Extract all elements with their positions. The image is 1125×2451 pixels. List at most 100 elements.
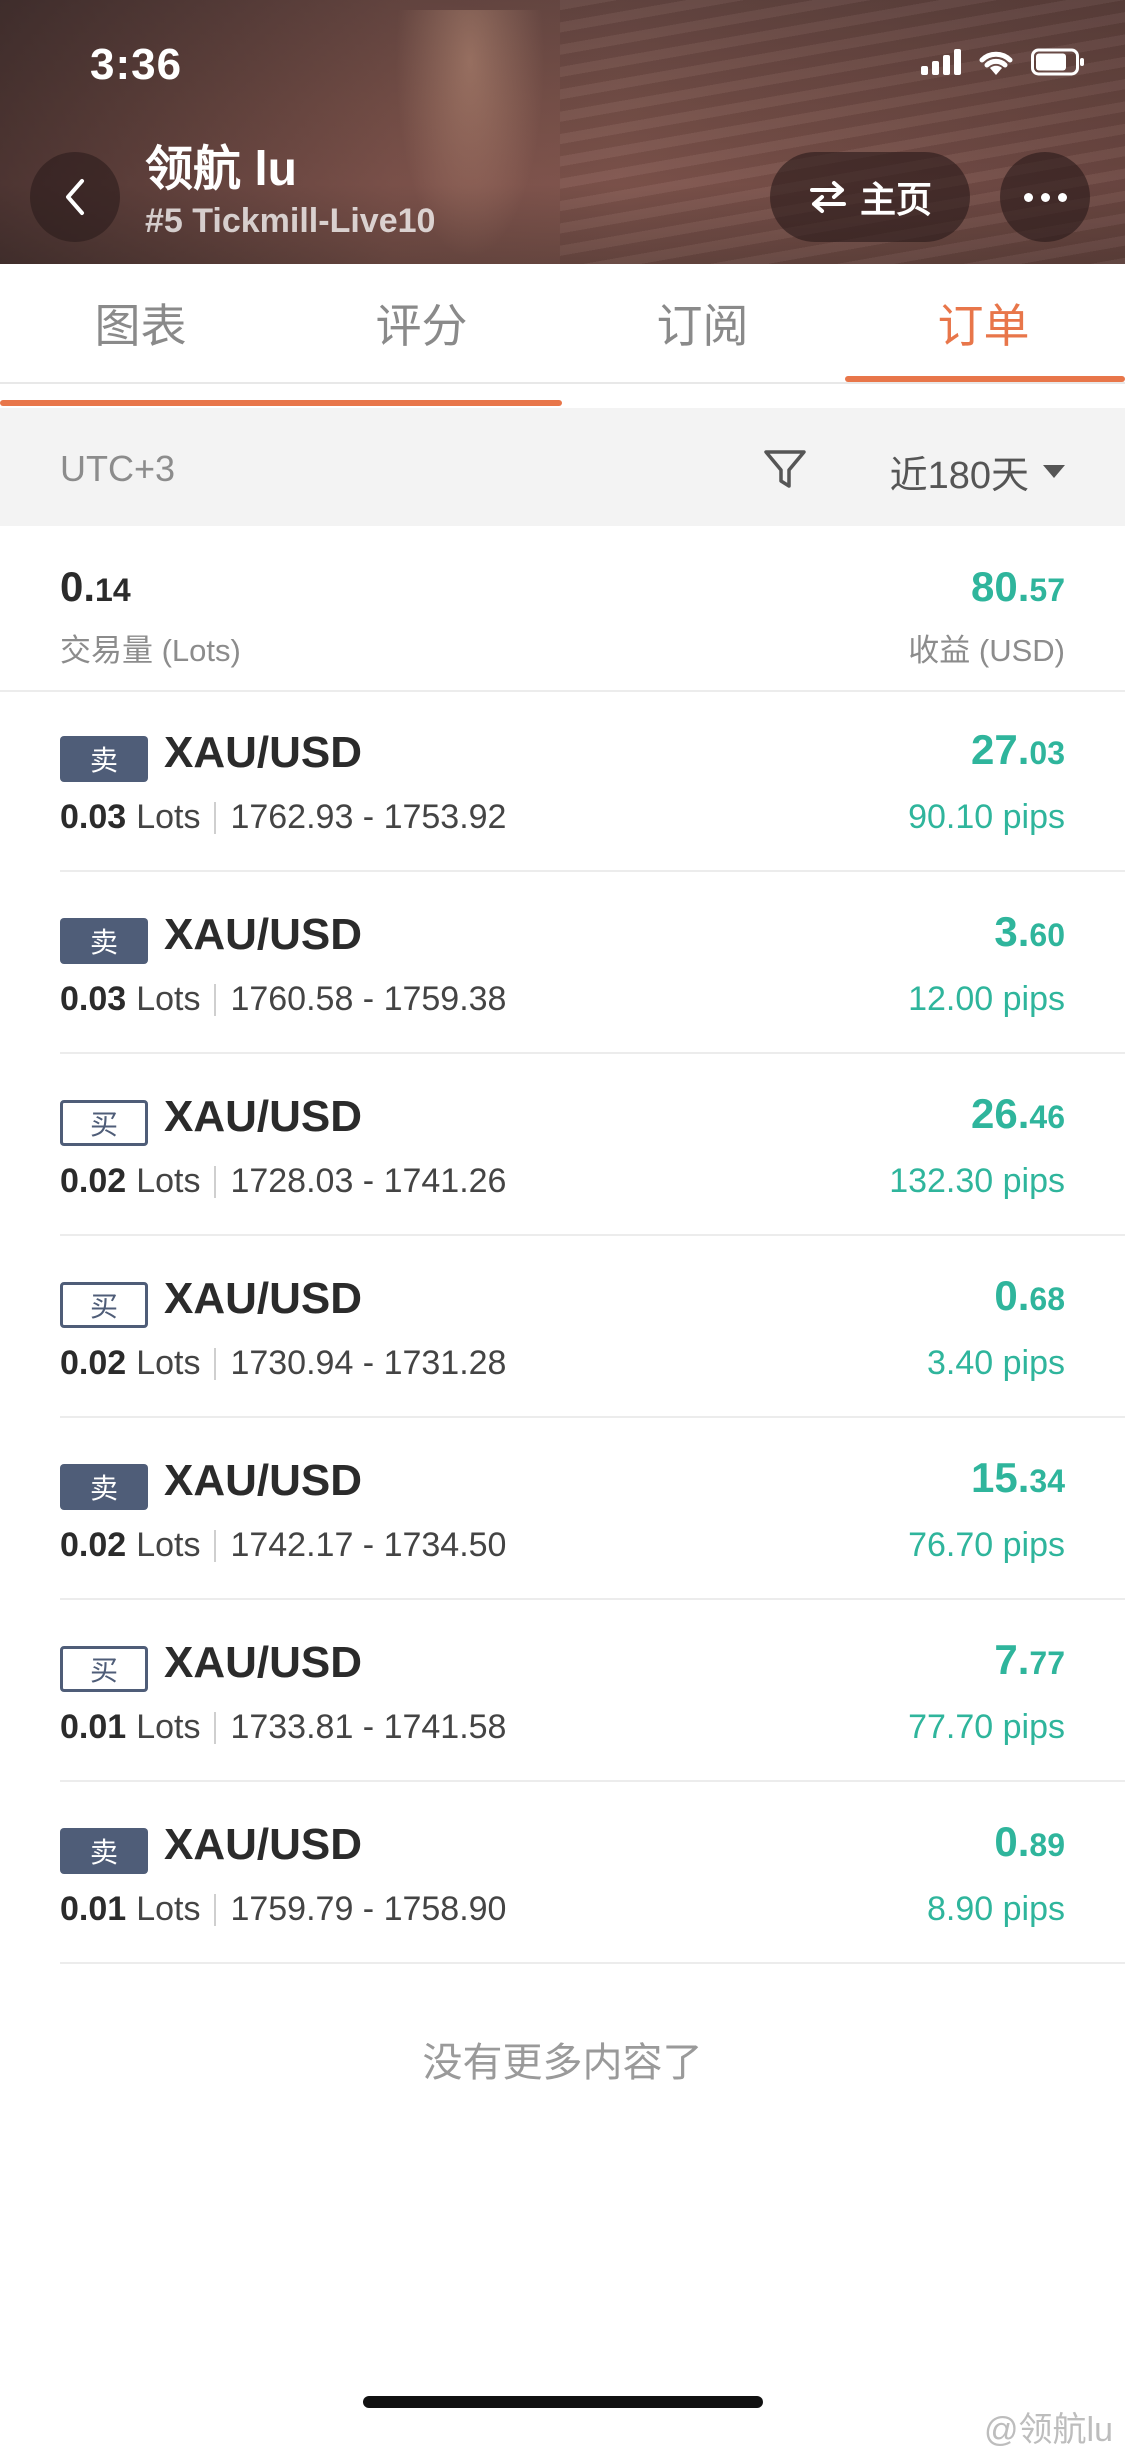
- profit-value: 80.57: [971, 563, 1065, 610]
- swap-icon: [809, 181, 846, 213]
- order-row[interactable]: 买 XAU/USD 0.02 Lots 1730.94 - 1731.28 0.68 3.4…: [60, 1236, 1125, 1418]
- status-icons: [921, 48, 1085, 76]
- order-lots: 0.01: [60, 1890, 127, 1928]
- order-lots-unit: Lots: [136, 1890, 201, 1928]
- filter-icon[interactable]: [762, 446, 808, 497]
- order-lots-unit: Lots: [136, 1526, 201, 1564]
- order-row[interactable]: 卖 XAU/USD 0.02 Lots 1742.17 - 1734.50 15.34 76…: [60, 1418, 1125, 1600]
- status-time: 3:36: [90, 40, 183, 89]
- no-more-content: 没有更多内容了: [422, 2041, 703, 2085]
- order-detail: 0.02 Lots 1728.03 - 1741.26: [60, 1162, 506, 1201]
- order-pips: 12.00 pips: [908, 980, 1065, 1018]
- order-detail: 0.01 Lots 1733.81 - 1741.58: [60, 1708, 506, 1747]
- orders-list: 卖 XAU/USD 0.03 Lots 1762.93 - 1753.92 27.03 90…: [0, 690, 1125, 1964]
- more-options-icon[interactable]: [1000, 152, 1090, 242]
- order-detail: 0.02 Lots 1742.17 - 1734.50: [60, 1526, 506, 1565]
- order-lots-unit: Lots: [136, 1162, 201, 1200]
- tab-scroll-indicator: [0, 400, 562, 406]
- order-pips: 8.90 pips: [927, 1890, 1065, 1928]
- date-range-select[interactable]: 近180天: [890, 444, 1065, 499]
- order-side-badge: 卖: [60, 918, 148, 964]
- order-lots: 0.01: [60, 1708, 127, 1746]
- profile-header: 3:36 领航 lu #5 Tickmill-Live10 主页: [0, 0, 1125, 264]
- order-profit: 3.60: [994, 908, 1065, 955]
- order-lots-unit: Lots: [136, 1344, 201, 1382]
- wifi-icon: [977, 48, 1015, 76]
- battery-icon: [1031, 48, 1085, 76]
- order-row[interactable]: 买 XAU/USD 0.02 Lots 1728.03 - 1741.26 26.46 13…: [60, 1054, 1125, 1236]
- tab-bar: 图表 评分 订阅 订单: [0, 264, 1125, 384]
- order-lots: 0.02: [60, 1526, 127, 1564]
- profit-label: 收益 (USD): [908, 633, 1065, 668]
- order-detail: 0.03 Lots 1760.58 - 1759.38: [60, 980, 506, 1019]
- order-lots-unit: Lots: [136, 798, 201, 836]
- timezone-label: UTC+3: [60, 448, 176, 489]
- order-detail: 0.02 Lots 1730.94 - 1731.28: [60, 1344, 506, 1383]
- order-lots: 0.02: [60, 1162, 127, 1200]
- order-profit: 27.03: [971, 726, 1065, 773]
- chevron-left-icon: [66, 179, 84, 215]
- order-side-badge: 卖: [60, 1464, 148, 1510]
- order-side-badge: 卖: [60, 736, 148, 782]
- order-row[interactable]: 卖 XAU/USD 0.03 Lots 1762.93 - 1753.92 27.03 90…: [60, 690, 1125, 872]
- home-button[interactable]: 主页: [770, 152, 970, 242]
- filter-bar: UTC+3 近180天: [0, 408, 1125, 526]
- order-profit: 0.89: [994, 1818, 1065, 1865]
- order-lots-unit: Lots: [136, 980, 201, 1018]
- order-detail: 0.03 Lots 1762.93 - 1753.92: [60, 798, 506, 837]
- order-pips: 77.70 pips: [908, 1708, 1065, 1746]
- order-profit: 26.46: [971, 1090, 1065, 1137]
- divider: [214, 1347, 217, 1380]
- order-lots: 0.03: [60, 798, 127, 836]
- order-lots: 0.02: [60, 1344, 127, 1382]
- order-lots: 0.03: [60, 980, 127, 1018]
- order-prices: 1730.94 - 1731.28: [230, 1344, 507, 1382]
- order-row[interactable]: 卖 XAU/USD 0.03 Lots 1760.58 - 1759.38 3.60 12.…: [60, 872, 1125, 1054]
- order-symbol: XAU/USD: [164, 910, 363, 959]
- order-profit: 0.68: [994, 1272, 1065, 1319]
- date-range-label: 近180天: [889, 455, 1029, 497]
- order-pips: 3.40 pips: [927, 1344, 1065, 1382]
- order-prices: 1728.03 - 1741.26: [230, 1162, 507, 1200]
- order-side-badge: 买: [60, 1100, 148, 1146]
- order-symbol: XAU/USD: [164, 1638, 363, 1687]
- caret-down-icon: [1043, 465, 1065, 478]
- trader-name: 领航 lu: [145, 143, 297, 196]
- order-side-badge: 卖: [60, 1828, 148, 1874]
- back-button[interactable]: [30, 152, 120, 242]
- volume-summary: 0.14 交易量 (Lots): [60, 562, 241, 670]
- divider: [214, 1893, 217, 1926]
- trader-title-block: 领航 lu #5 Tickmill-Live10: [145, 142, 435, 241]
- order-detail: 0.01 Lots 1759.79 - 1758.90: [60, 1890, 506, 1929]
- divider: [214, 1711, 217, 1744]
- order-symbol: XAU/USD: [164, 1820, 363, 1869]
- tab-orders[interactable]: 订单: [843, 264, 1124, 382]
- order-pips: 90.10 pips: [908, 798, 1065, 836]
- order-row[interactable]: 买 XAU/USD 0.01 Lots 1733.81 - 1741.58 7.77 77.…: [60, 1600, 1125, 1782]
- order-symbol: XAU/USD: [164, 1274, 363, 1323]
- tab-chart[interactable]: 图表: [0, 264, 281, 382]
- volume-label: 交易量 (Lots): [60, 633, 241, 668]
- cellular-signal-icon: [921, 49, 961, 75]
- order-pips: 76.70 pips: [908, 1526, 1065, 1564]
- account-subtitle: #5 Tickmill-Live10: [145, 202, 436, 240]
- order-profit: 15.34: [971, 1454, 1065, 1501]
- order-prices: 1733.81 - 1741.58: [230, 1708, 507, 1746]
- order-row[interactable]: 卖 XAU/USD 0.01 Lots 1759.79 - 1758.90 0.89 8.9…: [60, 1782, 1125, 1964]
- tab-rating[interactable]: 评分: [281, 264, 562, 382]
- watermark: @领航lu: [984, 2411, 1113, 2449]
- order-symbol: XAU/USD: [164, 1456, 363, 1505]
- order-symbol: XAU/USD: [164, 728, 363, 777]
- order-prices: 1759.79 - 1758.90: [230, 1890, 507, 1928]
- order-side-badge: 买: [60, 1282, 148, 1328]
- order-prices: 1742.17 - 1734.50: [230, 1526, 507, 1564]
- volume-value: 0.14: [60, 563, 131, 610]
- tab-subscribe[interactable]: 订阅: [562, 264, 843, 382]
- order-symbol: XAU/USD: [164, 1092, 363, 1141]
- home-button-label: 主页: [859, 179, 932, 220]
- active-tab-indicator: [845, 376, 1125, 382]
- order-pips: 132.30 pips: [889, 1162, 1065, 1200]
- summary-panel: 0.14 交易量 (Lots) 80.57 收益 (USD): [0, 526, 1125, 692]
- profit-summary: 80.57 收益 (USD): [908, 562, 1065, 670]
- divider: [214, 801, 217, 834]
